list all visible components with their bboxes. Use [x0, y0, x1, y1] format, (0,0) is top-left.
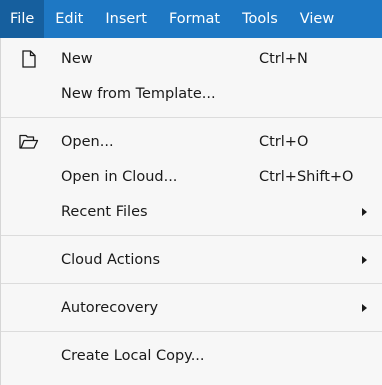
menu-item-open[interactable]: Open... Ctrl+O [1, 124, 382, 159]
menu-item-new[interactable]: New Ctrl+N [1, 41, 382, 76]
submenu-arrow-icon [362, 303, 367, 312]
menu-bar: File Edit Insert Format Tools View [0, 0, 382, 38]
menu-format[interactable]: Format [158, 0, 231, 38]
menu-item-label: Open in Cloud... [61, 168, 178, 185]
menu-item-autorecovery[interactable]: Autorecovery [1, 290, 382, 325]
menu-file[interactable]: File [0, 0, 45, 38]
menu-separator [1, 235, 382, 236]
menu-item-label: New from Template... [61, 85, 216, 102]
menu-separator [1, 331, 382, 332]
menu-item-label: Autorecovery [61, 299, 159, 316]
menu-separator [1, 283, 382, 284]
menu-item-shortcut: Ctrl+O [259, 133, 309, 150]
menu-insert[interactable]: Insert [94, 0, 158, 38]
menu-item-shortcut: Ctrl+Shift+O [259, 168, 354, 185]
new-file-icon [19, 49, 39, 69]
menu-item-shortcut: Ctrl+N [259, 50, 308, 67]
menu-edit[interactable]: Edit [44, 0, 94, 38]
menu-item-label: Open... [61, 133, 114, 150]
menu-item-label: New [61, 50, 93, 67]
submenu-arrow-icon [362, 255, 367, 264]
menu-item-label: Recent Files [61, 203, 148, 220]
menu-tools[interactable]: Tools [231, 0, 289, 38]
menu-item-create-local-copy[interactable]: Create Local Copy... [1, 338, 382, 373]
menu-item-open-in-cloud[interactable]: Open in Cloud... Ctrl+Shift+O [1, 159, 382, 194]
submenu-arrow-icon [362, 207, 367, 216]
folder-open-icon [19, 132, 39, 152]
menu-separator [1, 117, 382, 118]
menu-item-new-from-template[interactable]: New from Template... [1, 76, 382, 111]
menu-item-label: Create Local Copy... [61, 347, 205, 364]
menu-item-cloud-actions[interactable]: Cloud Actions [1, 242, 382, 277]
file-menu-dropdown: New Ctrl+N New from Template... Open... … [0, 38, 382, 385]
menu-view[interactable]: View [289, 0, 345, 38]
menu-item-label: Cloud Actions [61, 251, 160, 268]
menu-item-recent-files[interactable]: Recent Files [1, 194, 382, 229]
